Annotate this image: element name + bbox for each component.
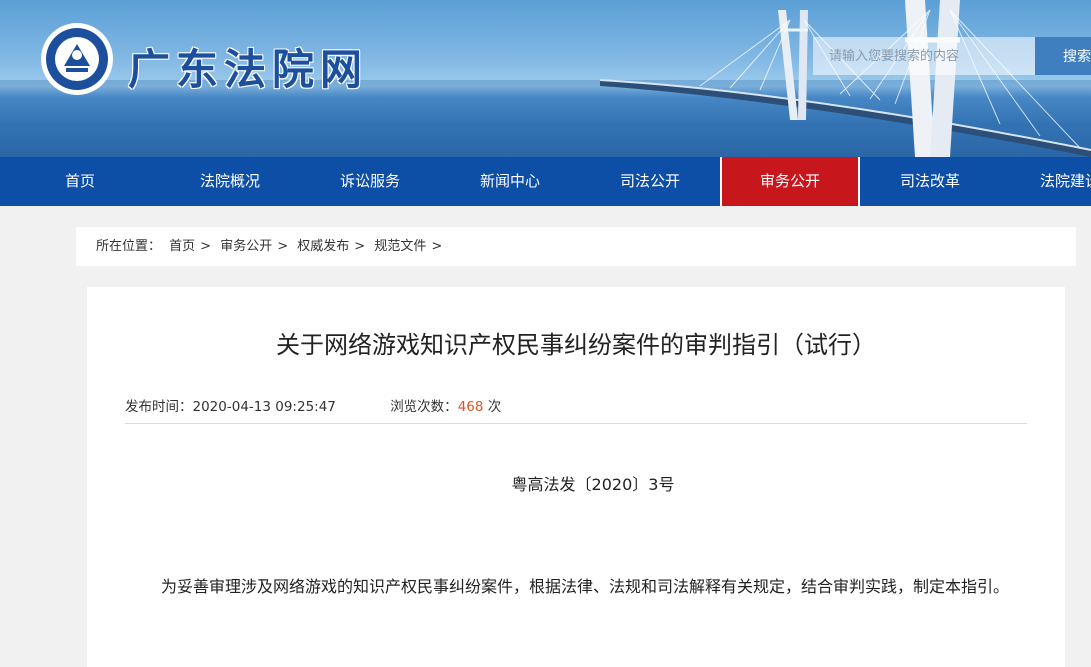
nav-item-judicial-reform[interactable]: 司法改革 xyxy=(860,157,1000,206)
article-panel: 关于网络游戏知识产权民事纠纷案件的审判指引（试行） 发布时间：2020-04-1… xyxy=(87,287,1065,667)
nav-item-litigation-service[interactable]: 诉讼服务 xyxy=(300,157,440,206)
article-meta: 发布时间：2020-04-13 09:25:47 浏览次数：468 次 xyxy=(125,395,501,415)
breadcrumb-separator: > xyxy=(200,239,212,254)
breadcrumb: 所在位置： 首页 > 审务公开 > 权威发布 > 规范文件 > xyxy=(76,227,1076,266)
breadcrumb-item-trial-affairs[interactable]: 审务公开 xyxy=(220,239,272,254)
document-number: 粤高法发〔2020〕3号 xyxy=(511,475,675,494)
breadcrumb-item-normative-documents[interactable]: 规范文件 xyxy=(374,239,426,254)
article-paragraph: 为妥善审理涉及网络游戏的知识产权民事纠纷案件，根据法律、法规和司法解释有关规定，… xyxy=(161,577,1010,596)
view-count-unit: 次 xyxy=(487,399,502,415)
breadcrumb-item-home[interactable]: 首页 xyxy=(169,239,195,254)
site-title[interactable]: 广东法院网 xyxy=(128,36,368,97)
divider xyxy=(125,423,1027,424)
nav-item-court-construction[interactable]: 法院建设 xyxy=(1000,157,1091,206)
nav-item-judicial-openness[interactable]: 司法公开 xyxy=(580,157,720,206)
search-input[interactable] xyxy=(813,37,1035,75)
nav-item-home[interactable]: 首页 xyxy=(0,157,160,206)
nav-item-court-overview[interactable]: 法院概况 xyxy=(160,157,300,206)
breadcrumb-item-authoritative-release[interactable]: 权威发布 xyxy=(297,239,349,254)
header-banner: 广东法院网 搜索 xyxy=(0,0,1091,157)
publish-time: 2020-04-13 09:25:47 xyxy=(192,399,336,415)
breadcrumb-separator: > xyxy=(277,239,289,254)
breadcrumb-separator: > xyxy=(431,239,443,254)
search-button[interactable]: 搜索 xyxy=(1035,37,1091,75)
view-count-label: 浏览次数： xyxy=(390,399,458,415)
nav-item-trial-affairs-open[interactable]: 审务公开 xyxy=(720,157,860,206)
publish-time-label: 发布时间： xyxy=(125,399,193,415)
court-emblem-logo xyxy=(41,23,113,95)
breadcrumb-separator: > xyxy=(354,239,366,254)
main-nav: 首页 法院概况 诉讼服务 新闻中心 司法公开 审务公开 司法改革 法院建设 xyxy=(0,157,1091,206)
view-count: 468 xyxy=(457,399,484,415)
nav-item-news-center[interactable]: 新闻中心 xyxy=(440,157,580,206)
article-title: 关于网络游戏知识产权民事纠纷案件的审判指引（试行） xyxy=(276,331,876,359)
breadcrumb-label: 所在位置： xyxy=(96,239,162,254)
